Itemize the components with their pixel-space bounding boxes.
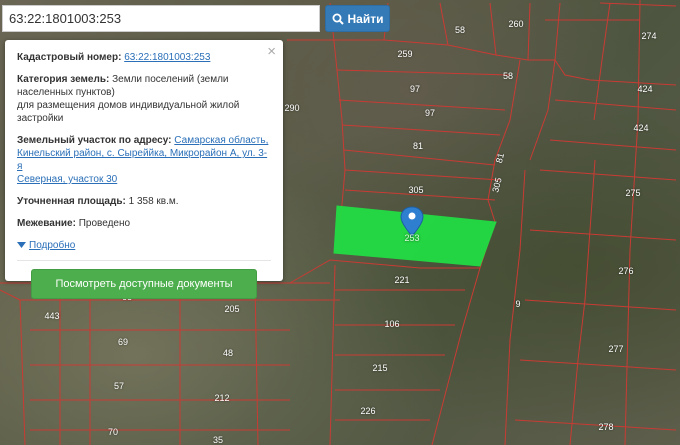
close-icon[interactable]: × xyxy=(267,44,276,59)
plot-number: 58 xyxy=(454,25,466,35)
address-link-line3[interactable]: Северная, участок 30 xyxy=(17,174,117,185)
cadastral-row: Кадастровый номер: 63:22:1801003:253 xyxy=(17,51,271,64)
plot-number: 305 xyxy=(408,185,424,195)
address-link-line1[interactable]: Самарская область, xyxy=(174,135,268,146)
plot-number: 221 xyxy=(394,275,410,285)
plot-number: 81 xyxy=(412,141,424,151)
plot-number: 70 xyxy=(107,427,119,437)
plot-number: 275 xyxy=(625,188,641,198)
plot-number: 58 xyxy=(502,71,514,81)
plot-number: 274 xyxy=(641,31,657,41)
survey-row: Межевание: Проведено xyxy=(17,217,271,230)
info-popup: × Кадастровый номер: 63:22:1801003:253 К… xyxy=(5,40,283,299)
plot-number: 278 xyxy=(598,422,614,432)
plot-number: 205 xyxy=(224,304,240,314)
divider xyxy=(17,260,271,261)
survey-value: Проведено xyxy=(78,218,131,229)
plot-number: 215 xyxy=(372,363,388,373)
plot-number: 290 xyxy=(284,103,300,113)
plot-number: 9 xyxy=(515,299,521,309)
cadastral-link[interactable]: 63:22:1801003:253 xyxy=(124,52,210,63)
address-link-line2[interactable]: Кинельский район, с. Сыреййка, Микрорайо… xyxy=(17,148,267,172)
area-value: 1 358 кв.м. xyxy=(128,196,179,207)
plot-number: 106 xyxy=(384,319,400,329)
area-row: Уточненная площадь: 1 358 кв.м. xyxy=(17,195,271,208)
category-label: Категория земель: xyxy=(17,74,110,85)
plot-number: 57 xyxy=(113,381,125,391)
plot-number: 260 xyxy=(508,19,524,29)
plot-number: 69 xyxy=(117,337,129,347)
survey-label: Межевание: xyxy=(17,218,76,229)
plot-number: 226 xyxy=(360,406,376,416)
plot-number: 97 xyxy=(409,84,421,94)
area-label: Уточненная площадь: xyxy=(17,196,126,207)
plot-number: 424 xyxy=(637,84,653,94)
search-button[interactable]: Найти xyxy=(325,5,390,32)
search-input[interactable] xyxy=(2,5,320,32)
search-button-label: Найти xyxy=(347,11,384,26)
plot-number: 48 xyxy=(222,348,234,358)
category-value-line4: застройки xyxy=(17,113,64,124)
plot-number: 212 xyxy=(214,393,230,403)
plot-number: 97 xyxy=(424,108,436,118)
plot-number: 443 xyxy=(44,311,60,321)
address-row: Земельный участок по адресу: Самарская о… xyxy=(17,134,271,186)
selected-parcel-label: 253 xyxy=(404,233,420,243)
plot-number: 276 xyxy=(618,266,634,276)
search-icon xyxy=(332,13,344,25)
caret-down-icon xyxy=(17,242,26,248)
details-link[interactable]: Подробно xyxy=(29,239,75,252)
view-documents-button[interactable]: Посмотреть доступные документы xyxy=(31,269,257,299)
plot-number: 35 xyxy=(212,435,224,445)
category-value-line3: для размещения домов индивидуальной жило… xyxy=(17,100,240,111)
plot-number: 424 xyxy=(633,123,649,133)
category-value-line1: Земли поселений (земли xyxy=(112,74,229,85)
category-row: Категория земель: Земли поселений (земли… xyxy=(17,73,271,125)
cadastral-label: Кадастровый номер: xyxy=(17,52,122,63)
plot-number: 259 xyxy=(397,49,413,59)
details-toggle[interactable]: Подробно xyxy=(17,239,271,252)
address-label: Земельный участок по адресу: xyxy=(17,135,172,146)
category-value-line2: населенных пунктов) xyxy=(17,87,115,98)
plot-number: 277 xyxy=(608,344,624,354)
